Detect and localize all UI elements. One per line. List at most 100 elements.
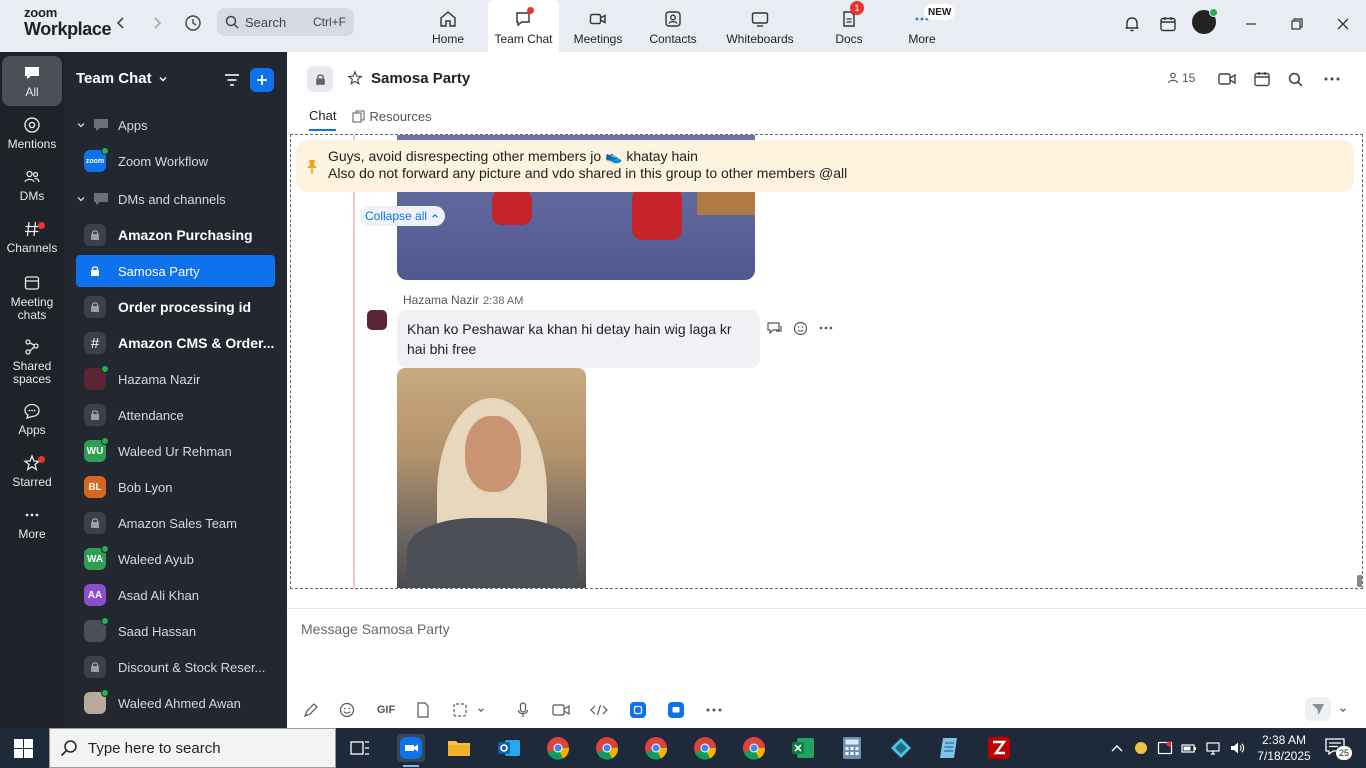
pinned-message[interactable]: Guys, avoid disrespecting other members … — [296, 140, 1354, 192]
gif-button[interactable]: GIF — [375, 700, 397, 720]
taskbar-filezilla[interactable] — [985, 734, 1013, 762]
sidebar-item-bob-lyon[interactable]: BL Bob Lyon — [76, 471, 275, 503]
minimize-button[interactable] — [1239, 12, 1263, 36]
voice-message-button[interactable] — [513, 700, 533, 720]
tray-volume-icon[interactable] — [1228, 739, 1246, 757]
tray-security-icon[interactable] — [1156, 739, 1174, 757]
code-snippet-button[interactable] — [589, 700, 609, 720]
rail-shared-spaces[interactable]: Shared spaces — [2, 334, 62, 390]
sidebar-item-attendance[interactable]: Attendance — [76, 399, 275, 431]
star-channel-button[interactable] — [347, 70, 363, 89]
tab-docs[interactable]: 1 Docs — [830, 0, 868, 52]
video-call-button[interactable] — [1217, 69, 1237, 89]
avatar[interactable] — [367, 310, 387, 330]
notifications-button[interactable] — [1120, 12, 1144, 36]
scrollbar[interactable] — [1357, 135, 1362, 588]
message-input[interactable] — [301, 617, 1201, 641]
tab-contacts[interactable]: Contacts — [646, 0, 700, 52]
taskbar-chrome-2[interactable] — [593, 734, 621, 762]
taskbar-chrome-1[interactable] — [544, 734, 572, 762]
format-button[interactable] — [301, 700, 321, 720]
taskbar-app-notepad[interactable] — [936, 734, 964, 762]
tray-battery-icon[interactable] — [1180, 739, 1198, 757]
message-more-button[interactable] — [819, 326, 833, 330]
close-button[interactable] — [1331, 12, 1355, 36]
taskbar-app-diamond[interactable] — [887, 734, 915, 762]
screenshot-button[interactable] — [450, 700, 470, 720]
app-shortcut-button-2[interactable] — [668, 702, 684, 718]
tab-resources[interactable]: Resources — [352, 108, 432, 131]
tray-network-icon[interactable] — [1204, 739, 1222, 757]
sidebar-item-amazon-purchasing[interactable]: Amazon Purchasing — [76, 219, 275, 251]
task-view-button[interactable] — [346, 734, 374, 762]
sidebar-item-discount-stock[interactable]: Discount & Stock Reser... — [76, 651, 275, 683]
sidebar-item-amazon-sales-team[interactable]: Amazon Sales Team — [76, 507, 275, 539]
channel-title[interactable]: Samosa Party — [371, 70, 470, 87]
sidebar-item-hazama-nazir[interactable]: Hazama Nazir — [76, 363, 275, 395]
rail-mentions[interactable]: Mentions — [2, 108, 62, 158]
rail-dms[interactable]: DMs — [2, 160, 62, 210]
taskbar-search[interactable] — [49, 728, 336, 768]
sidebar-item-waleed-ayub[interactable]: WA Waleed Ayub — [76, 543, 275, 575]
new-chat-button[interactable] — [250, 68, 274, 92]
taskbar-calculator[interactable] — [838, 734, 866, 762]
sidebar-item-samosa-party[interactable]: Samosa Party — [76, 255, 275, 287]
taskbar-outlook[interactable] — [495, 734, 523, 762]
search-channel-button[interactable] — [1285, 69, 1305, 89]
profile-avatar[interactable] — [1192, 8, 1218, 34]
rail-channels[interactable]: Channels — [2, 212, 62, 262]
reply-button[interactable] — [767, 321, 783, 335]
filter-button[interactable] — [222, 70, 242, 90]
rail-all[interactable]: All — [2, 56, 62, 106]
start-button[interactable] — [14, 739, 33, 761]
collapse-all-button[interactable]: Collapse all — [359, 206, 446, 226]
sidebar-item-waleed-ahmed-awan[interactable]: Waleed Ahmed Awan — [76, 687, 275, 719]
video-message-button[interactable] — [551, 700, 571, 720]
react-button[interactable] — [793, 320, 809, 336]
rail-more[interactable]: More — [2, 498, 62, 548]
global-search[interactable]: Search Ctrl+F — [217, 8, 354, 36]
tab-more[interactable]: NEW More — [902, 0, 956, 52]
tab-home[interactable]: Home — [418, 0, 478, 52]
shared-image-photo[interactable] — [397, 368, 586, 588]
send-button[interactable] — [1305, 697, 1331, 721]
taskbar-excel[interactable] — [789, 734, 817, 762]
taskbar-chrome-4[interactable] — [691, 734, 719, 762]
schedule-button[interactable] — [1252, 69, 1272, 89]
screenshot-options-button[interactable] — [475, 700, 487, 720]
notification-center-button[interactable]: 25 — [1325, 738, 1352, 760]
section-dms-channels[interactable]: DMs and channels — [76, 189, 226, 209]
tray-app-icon[interactable] — [1132, 739, 1150, 757]
channel-more-button[interactable] — [1322, 69, 1342, 89]
message-bubble[interactable]: Khan ko Peshawar ka khan hi detay hain w… — [397, 310, 760, 368]
taskbar-clock[interactable]: 2:38 AM 7/18/2025 — [1254, 732, 1314, 764]
calendar-button[interactable] — [1156, 12, 1180, 36]
sidebar-item-saad-hassan[interactable]: Saad Hassan — [76, 615, 275, 647]
send-options-button[interactable] — [1333, 700, 1353, 720]
sidebar-item-order-processing[interactable]: Order processing id — [76, 291, 275, 323]
app-shortcut-button-1[interactable] — [630, 702, 646, 718]
tab-chat[interactable]: Chat — [309, 108, 337, 131]
section-apps[interactable]: Apps — [76, 115, 148, 135]
attach-file-button[interactable] — [413, 700, 433, 720]
restore-button[interactable] — [1285, 12, 1309, 36]
show-hidden-icons-button[interactable] — [1108, 739, 1126, 757]
rail-apps[interactable]: Apps — [2, 394, 62, 444]
sidebar-item-asad-ali-khan[interactable]: AA Asad Ali Khan — [76, 579, 275, 611]
rail-starred[interactable]: Starred — [2, 446, 62, 496]
emoji-button[interactable] — [337, 700, 357, 720]
sender-name[interactable]: Hazama Nazir — [403, 293, 479, 307]
history-button[interactable] — [182, 12, 204, 34]
sidebar-item-waleed-ur-rehman[interactable]: WU Waleed Ur Rehman — [76, 435, 275, 467]
sidebar-item-amazon-cms[interactable]: # Amazon CMS & Order... — [76, 327, 275, 359]
taskbar-chrome-3[interactable] — [642, 734, 670, 762]
tab-whiteboards[interactable]: Whiteboards — [724, 0, 796, 52]
composer-more-button[interactable] — [704, 700, 724, 720]
taskbar-chrome-5[interactable] — [740, 734, 768, 762]
taskbar-search-input[interactable] — [88, 739, 318, 757]
rail-meeting-chats[interactable]: Meeting chats — [2, 270, 62, 326]
tab-meetings[interactable]: Meetings — [570, 0, 626, 52]
taskbar-file-explorer[interactable] — [445, 734, 473, 762]
members-button[interactable]: 15 — [1167, 71, 1195, 85]
message-list[interactable]: Guys, avoid disrespecting other members … — [290, 134, 1363, 589]
